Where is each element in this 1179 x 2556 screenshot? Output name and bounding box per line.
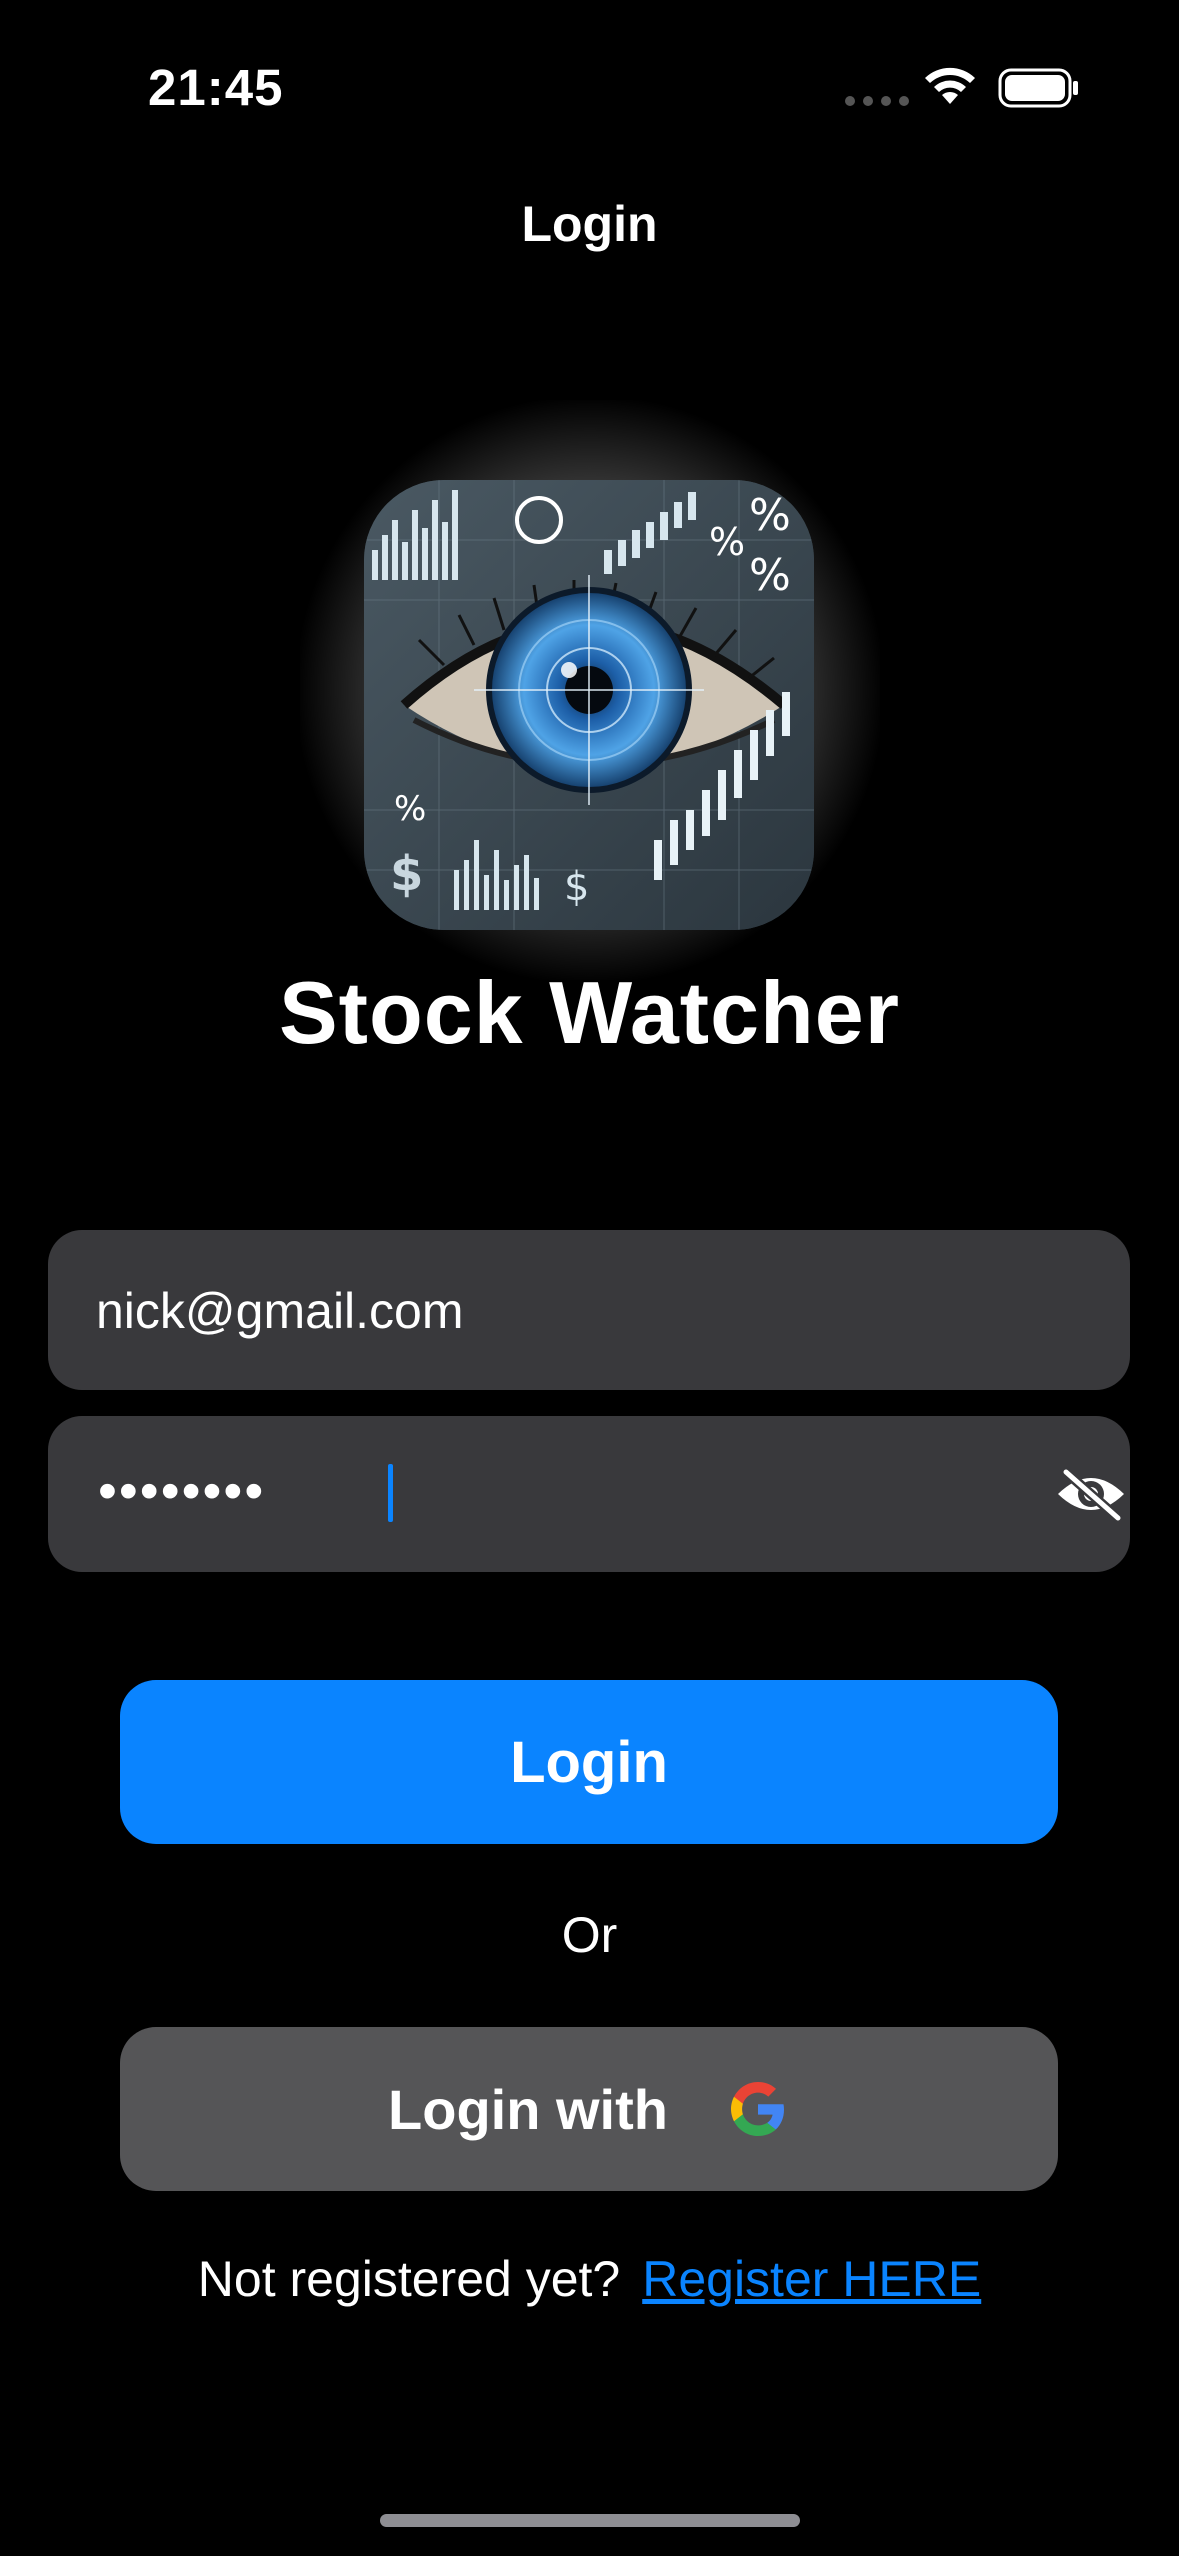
email-field[interactable]: nick@gmail.com: [48, 1230, 1130, 1390]
google-login-button[interactable]: Login with: [120, 2027, 1058, 2191]
page-title: Login: [521, 196, 658, 252]
status-bar: 21:45: [0, 0, 1179, 170]
cellular-signal-icon: [845, 96, 909, 106]
google-login-label: Login with: [388, 2077, 668, 2141]
login-button[interactable]: Login: [120, 1680, 1058, 1844]
register-link[interactable]: Register HERE: [642, 2251, 981, 2307]
text-caret: [388, 1464, 393, 1522]
register-prompt: Not registered yet?: [197, 2251, 621, 2307]
battery-icon: [998, 68, 1078, 108]
app-name: Stock Watcher: [278, 963, 900, 1062]
svg-text:$: $: [564, 864, 589, 910]
google-g-icon: [730, 2082, 784, 2136]
wifi-icon: [925, 67, 975, 104]
or-label: Or: [561, 1907, 618, 1963]
svg-text:%: %: [394, 789, 426, 829]
svg-text:%: %: [749, 490, 791, 541]
status-time: 21:45: [148, 59, 284, 116]
home-indicator[interactable]: [380, 2514, 800, 2527]
svg-text:%: %: [709, 520, 745, 564]
email-value: nick@gmail.com: [96, 1283, 464, 1339]
password-field[interactable]: ••••••••: [48, 1416, 1130, 1572]
eye-slash-icon[interactable]: [1054, 1466, 1128, 1522]
register-row: Not registered yet? Register HERE: [0, 2250, 1179, 2308]
svg-text:%: %: [749, 550, 791, 601]
svg-text:$: $: [390, 846, 423, 902]
app-logo: % % % % $ $: [364, 480, 814, 930]
password-value: ••••••••: [98, 1461, 266, 1521]
